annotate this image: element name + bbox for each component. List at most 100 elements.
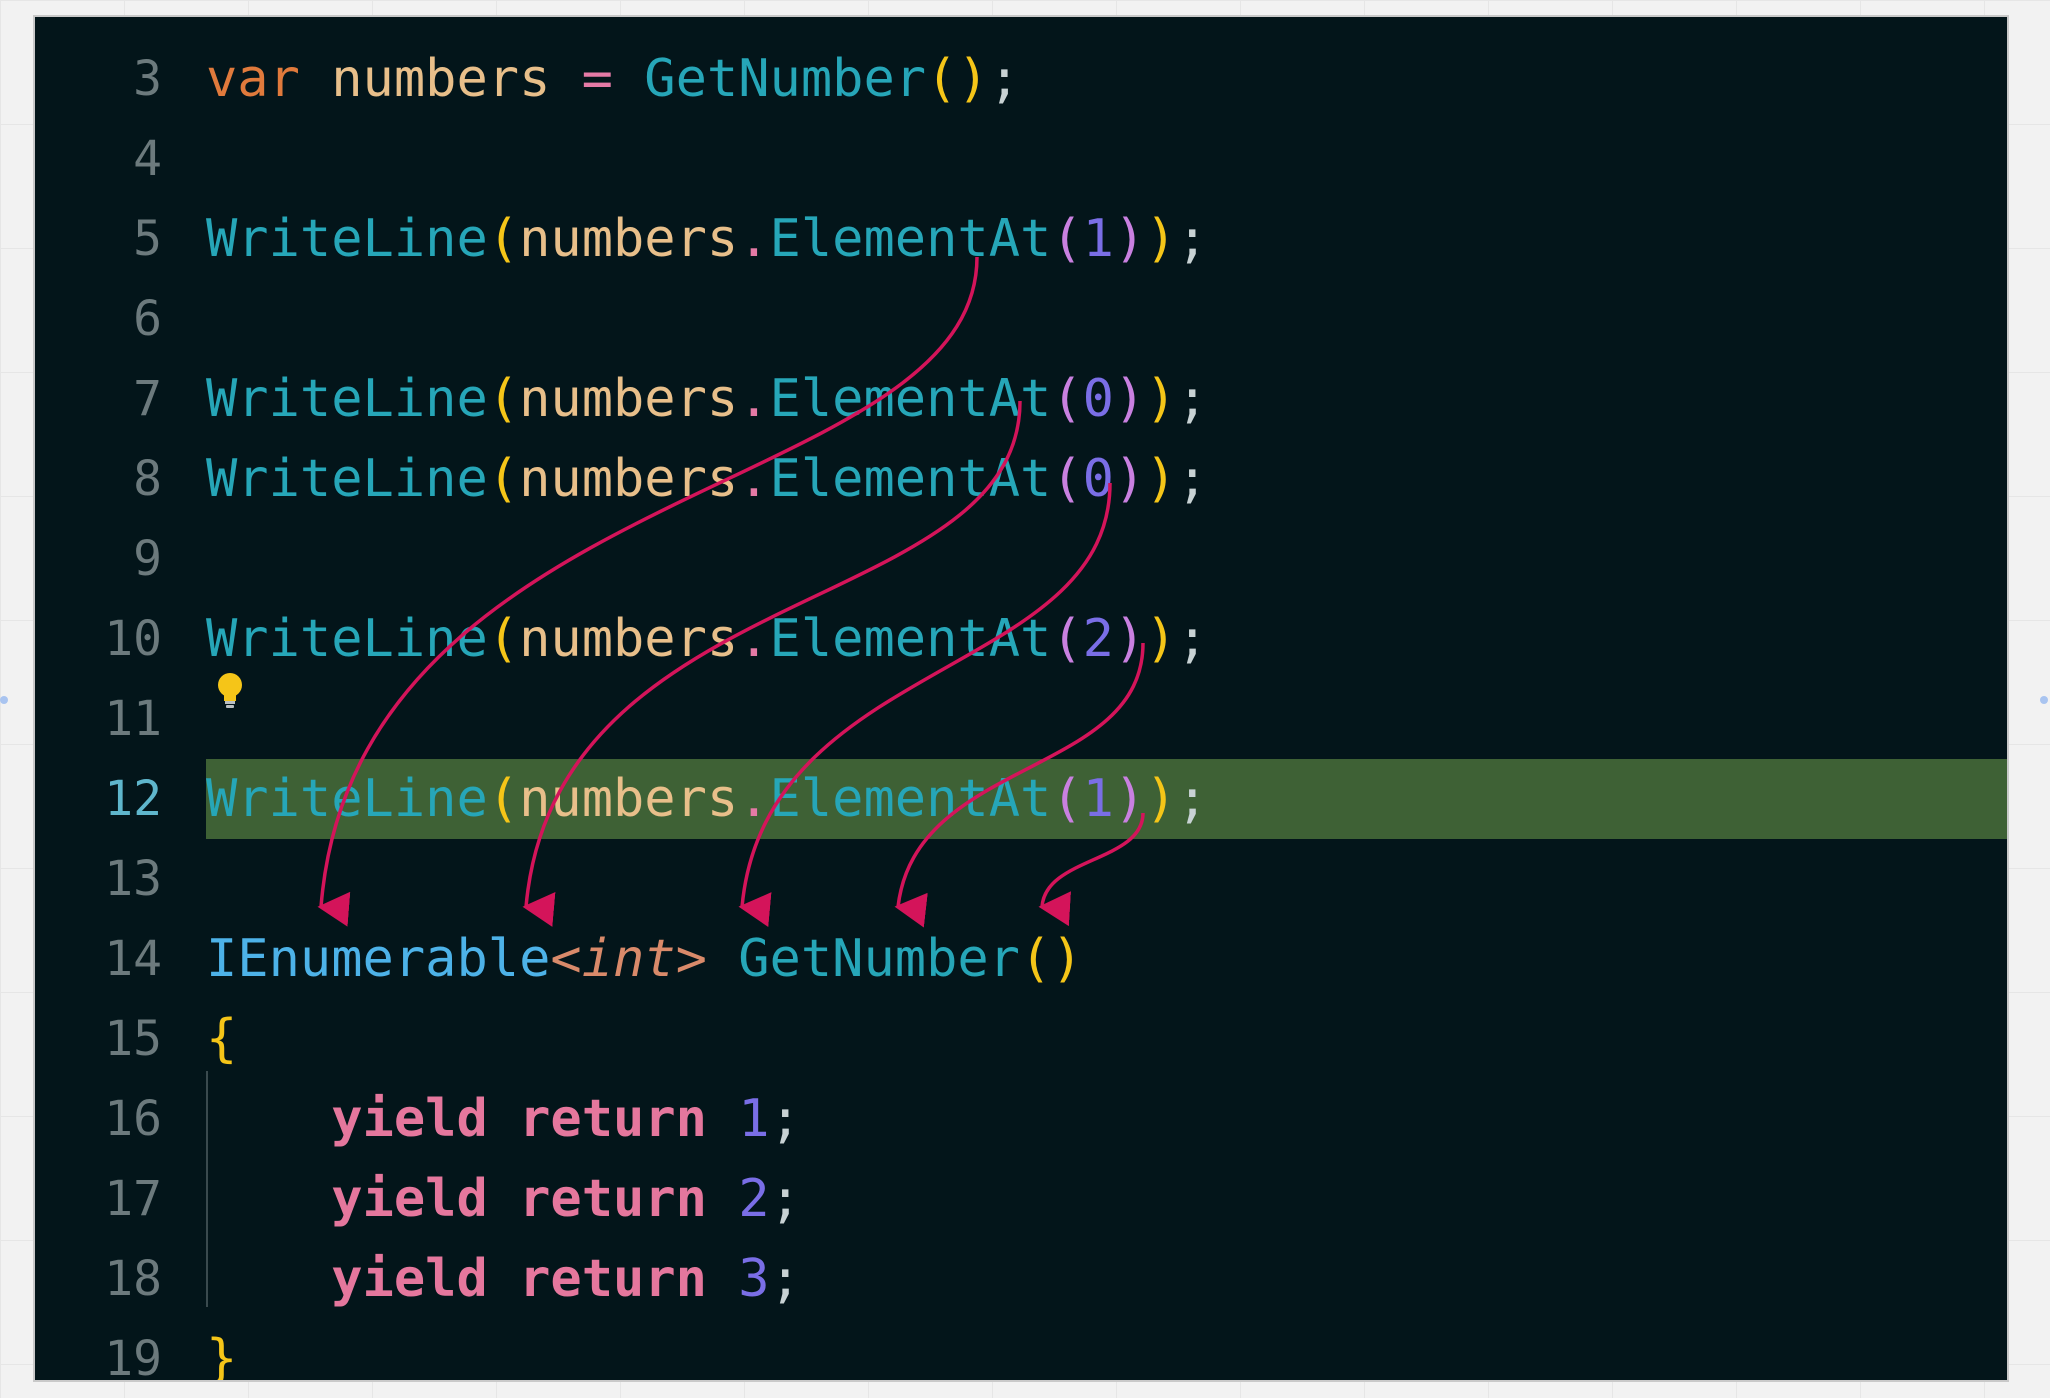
code-text: WriteLine(numbers.ElementAt(0)); [206, 359, 1208, 439]
code-token: numbers [519, 609, 739, 669]
code-token: ) [1113, 769, 1146, 829]
code-line[interactable]: 13 [35, 839, 2007, 919]
code-token: ) [1145, 769, 1177, 829]
code-text: var numbers = GetNumber(); [206, 39, 1020, 119]
code-token: WriteLine [206, 209, 488, 269]
code-token: ( [1020, 929, 1052, 989]
code-token: numbers [519, 769, 739, 829]
code-token: ) [1145, 369, 1177, 429]
code-token: > [675, 929, 707, 989]
code-token: ( [487, 449, 520, 509]
code-token: ElementAt [769, 449, 1052, 509]
code-token: ( [1051, 369, 1083, 429]
code-line[interactable]: 11 [35, 679, 2007, 759]
code-token: 1 [706, 1089, 770, 1149]
code-line[interactable]: 4 [35, 119, 2007, 199]
canvas-handle-left[interactable] [0, 696, 8, 704]
line-number: 15 [104, 1011, 162, 1067]
line-number: 13 [104, 851, 162, 907]
line-number: 12 [104, 771, 162, 827]
code-token: numbers [519, 209, 739, 269]
line-number: 3 [133, 51, 162, 107]
code-token: ) [1051, 929, 1083, 989]
code-token: 3 [706, 1249, 770, 1309]
code-line[interactable]: 3 var numbers = GetNumber(); [35, 39, 2007, 119]
code-token: ; [769, 1249, 801, 1309]
code-text: WriteLine(numbers.ElementAt(1)); [206, 759, 1208, 839]
line-number: 18 [104, 1251, 162, 1307]
code-token: ) [1113, 369, 1146, 429]
code-token: yield [331, 1169, 488, 1229]
code-line[interactable]: 10 WriteLine(numbers.ElementAt(2)); [35, 599, 2007, 679]
code-token: WriteLine [206, 369, 488, 429]
lightbulb-icon[interactable] [215, 671, 245, 711]
code-line[interactable]: 6 [35, 279, 2007, 359]
code-token: WriteLine [206, 609, 488, 669]
code-text: { [206, 999, 237, 1079]
line-number: 17 [104, 1171, 162, 1227]
code-token: . [738, 209, 770, 269]
code-line[interactable]: 8 WriteLine(numbers.ElementAt(0)); [35, 439, 2007, 519]
code-token: = [550, 49, 613, 109]
line-number: 11 [104, 691, 162, 747]
code-text: IEnumerable<int> GetNumber() [206, 919, 1083, 999]
code-token: . [738, 609, 770, 669]
code-token: int [581, 929, 676, 989]
code-token: ( [487, 609, 520, 669]
code-line[interactable]: 7 WriteLine(numbers.ElementAt(0)); [35, 359, 2007, 439]
line-number: 16 [104, 1091, 162, 1147]
code-text: } [206, 1319, 237, 1380]
code-token: < [550, 929, 582, 989]
code-line[interactable]: 19} [35, 1319, 2007, 1382]
code-token: GetNumber [706, 929, 1020, 989]
code-token: ; [769, 1089, 801, 1149]
line-number: 6 [133, 291, 162, 347]
code-editor[interactable]: 3 var numbers = GetNumber(); 4 5 WriteLine(n… [33, 15, 2009, 1382]
code-token: var [206, 49, 300, 109]
code-token: 1 [1082, 769, 1114, 829]
line-number: 5 [133, 211, 162, 267]
code-line[interactable]: 16 yield return 1; [35, 1079, 2007, 1159]
code-text: WriteLine(numbers.ElementAt(1)); [206, 199, 1208, 279]
code-token: return [487, 1249, 707, 1309]
code-line[interactable]: 12 WriteLine(numbers.ElementAt(1)); [35, 759, 2007, 839]
indent-guide [206, 1071, 208, 1307]
code-line[interactable]: 15 { [35, 999, 2007, 1079]
code-token: ElementAt [769, 369, 1052, 429]
code-text: yield return 3; [206, 1239, 801, 1319]
code-text: WriteLine(numbers.ElementAt(0)); [206, 439, 1208, 519]
canvas-handle-right[interactable] [2040, 696, 2048, 704]
code-token: . [738, 449, 770, 509]
code-token: 2 [1082, 609, 1114, 669]
code-token: 0 [1082, 449, 1114, 509]
code-token: ; [1176, 209, 1208, 269]
line-number: 4 [133, 131, 162, 187]
line-number: 9 [133, 531, 162, 587]
code-token: ) [957, 49, 989, 109]
code-token: ) [1113, 609, 1146, 669]
code-token: ) [1113, 449, 1146, 509]
code-token: 0 [1082, 369, 1114, 429]
line-number: 19 [104, 1331, 162, 1382]
code-line[interactable]: 5 WriteLine(numbers.ElementAt(1)); [35, 199, 2007, 279]
code-line[interactable]: 14 IEnumerable<int> GetNumber() [35, 919, 2007, 999]
code-token: ) [1145, 449, 1177, 509]
code-token: ) [1145, 609, 1177, 669]
code-token: ( [487, 369, 520, 429]
code-token: ; [988, 49, 1021, 109]
code-token: ( [926, 49, 958, 109]
code-line[interactable]: 18 yield return 3; [35, 1239, 2007, 1319]
code-token: { [206, 1009, 238, 1069]
code-token: WriteLine [206, 769, 488, 829]
code-token: ( [1051, 449, 1083, 509]
code-line[interactable]: 9 [35, 519, 2007, 599]
code-token: ; [769, 1169, 801, 1229]
code-text: yield return 2; [206, 1159, 801, 1239]
line-number: 8 [133, 451, 162, 507]
code-text: WriteLine(numbers.ElementAt(2)); [206, 599, 1208, 679]
code-token: . [738, 369, 770, 429]
code-line[interactable]: 17 yield return 2; [35, 1159, 2007, 1239]
